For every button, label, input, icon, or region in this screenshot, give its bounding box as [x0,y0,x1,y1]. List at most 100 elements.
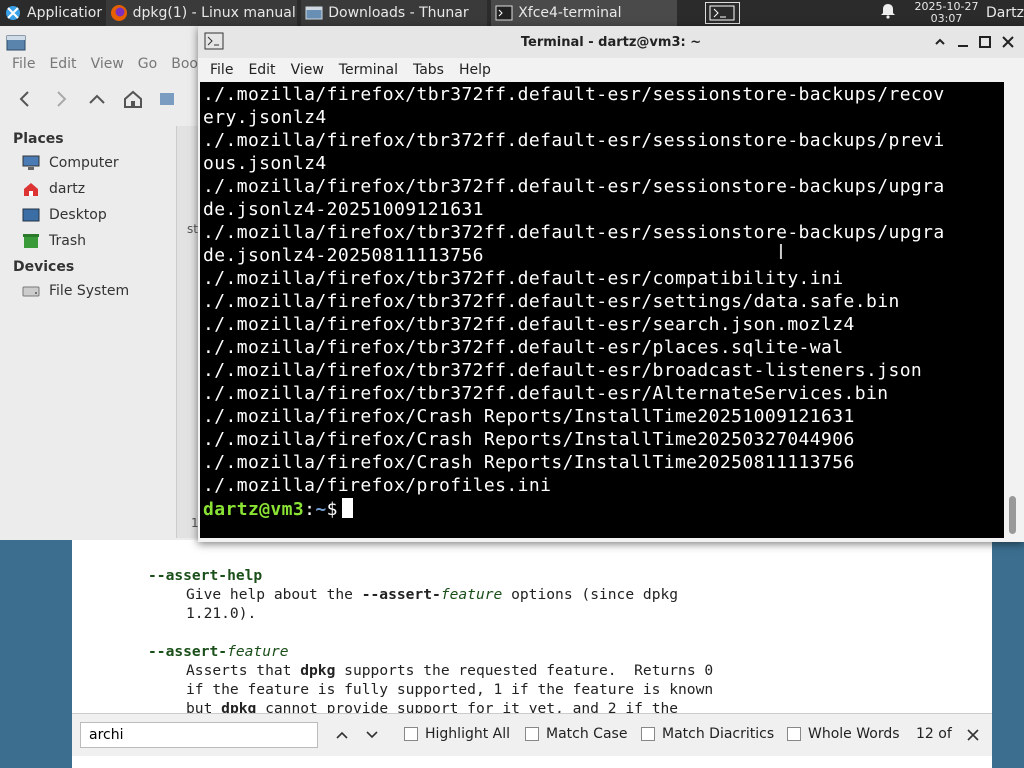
clock-time: 03:07 [930,12,963,25]
desc-text: supports the requested feature. Returns … [335,662,714,679]
panel-user-label[interactable]: Dartz [986,5,1024,21]
terminal-icon [495,5,513,21]
terminal-menu-edit[interactable]: Edit [248,62,275,78]
scrollbar-thumb[interactable] [1009,496,1016,534]
terminal-output-line: ./.mozilla/firefox/tbr372ff.default-esr/… [203,314,855,335]
thunar-menu-view[interactable]: View [91,56,124,72]
checkbox-box[interactable] [525,727,539,741]
desc-text: Asserts that [186,662,301,679]
terminal-menu-view[interactable]: View [291,62,324,78]
match-diacritics-checkbox[interactable]: Match Diacritics [641,726,774,742]
thunar-menu-file[interactable]: File [12,56,35,72]
find-next-icon[interactable] [364,727,380,743]
terminal-output-line: ./.mozilla/firefox/tbr372ff.default-esr/… [203,130,945,151]
taskbar-thunar-button[interactable]: Downloads - Thunar [301,0,488,26]
top-panel: Applications dpkg(1) - Linux manual ... … [0,0,1024,26]
thunar-menu-edit[interactable]: Edit [49,56,76,72]
taskbar-terminal-button[interactable]: Xfce4-terminal [491,0,678,26]
taskbar-firefox-label: dpkg(1) - Linux manual ... [132,5,298,21]
match-count: 12 of [916,726,952,742]
terminal-screen[interactable]: ./.mozilla/firefox/tbr372ff.default-esr/… [200,82,1004,538]
checkbox-box[interactable] [641,727,655,741]
find-bar: Highlight All Match Case Match Diacritic… [72,713,992,756]
terminal-titlebar[interactable]: Terminal - dartz@vm3: ~ [198,26,1024,58]
desc-italic: feature [440,586,503,603]
taskbar-terminal-label: Xfce4-terminal [518,5,622,21]
terminal-prompt[interactable]: dartz@vm3:~$ [203,498,353,520]
terminal-menu-help[interactable]: Help [459,62,491,78]
sidebar-item-dartz[interactable]: dartz [0,176,176,202]
thunar-window-icon [6,35,26,51]
thunar-sidebar: Places Computer dartz Desktop Trash Devi… [0,126,176,304]
computer-icon [22,155,40,170]
thunar-menubar: File Edit View Go Boo [0,56,200,72]
prompt-path: ~ [315,499,327,520]
terminal-output-line: ./.mozilla/firefox/tbr372ff.default-esr/… [203,360,923,381]
find-previous-icon[interactable] [334,727,350,743]
checkbox-box[interactable] [787,727,801,741]
terminal-output-line: ./.mozilla/firefox/tbr372ff.default-esr/… [203,176,945,197]
panel-clock[interactable]: 2025-10-27 03:07 [913,1,980,25]
location-folder-icon [160,93,174,105]
terminal-title: Terminal - dartz@vm3: ~ [520,35,702,50]
sidebar-section-devices: Devices [13,259,75,275]
thunar-menu-bookmarks[interactable]: Boo [171,56,198,72]
find-input[interactable] [80,722,318,748]
whole-words-checkbox[interactable]: Whole Words [787,726,900,742]
home-folder-icon [24,183,38,196]
thunar-tab-fragment: st [187,222,198,236]
terminal-output-line: ./.mozilla/firefox/tbr372ff.default-esr/… [203,222,945,243]
sidebar-item-label: Trash [49,233,86,249]
highlight-all-checkbox[interactable]: Highlight All [404,726,510,742]
sidebar-item-desktop[interactable]: Desktop [0,202,176,228]
terminal-menu-tabs[interactable]: Tabs [413,62,444,78]
terminal-output-line: ./.mozilla/firefox/tbr372ff.default-esr/… [203,383,889,404]
window-shade-icon[interactable] [931,33,949,51]
up-arrow-icon[interactable] [86,88,108,110]
sidebar-item-trash[interactable]: Trash [0,228,176,254]
opt-italic: feature [227,643,289,660]
prompt-separator: : [304,499,316,520]
taskbar-firefox-button[interactable]: dpkg(1) - Linux manual ... [105,0,298,26]
notifications-bell-icon[interactable] [880,3,897,23]
checkbox-label: Whole Words [808,726,900,742]
desc-bold: dpkg [300,662,336,679]
window-maximize-icon[interactable] [976,33,994,51]
prompt-user: dartz@vm3 [203,499,305,520]
terminal-menubar: File Edit View Terminal Tabs Help [198,58,1024,82]
sidebar-item-label: File System [49,283,130,299]
terminal-output-line: ./.mozilla/firefox/Crash Reports/Install… [203,429,855,450]
window-close-icon[interactable] [999,33,1017,51]
thunar-menu-go[interactable]: Go [138,56,157,72]
checkbox-box[interactable] [404,727,418,741]
terminal-output-line: ./.mozilla/firefox/tbr372ff.default-esr/… [203,84,945,105]
checkbox-label: Match Diacritics [662,726,775,742]
taskbar-thunar-label: Downloads - Thunar [328,5,469,21]
sidebar-item-computer[interactable]: Computer [0,150,176,176]
text-cursor [341,498,353,518]
option-assert-feature-desc: Asserts that dpkg supports the requested… [186,662,713,679]
desc-text: options (since dpkg [502,586,679,603]
thunar-navbar [14,88,180,110]
thunar-window: File Edit View Go Boo Places Computer da… [0,26,211,540]
workspace-switcher[interactable] [705,2,740,24]
terminal-menu-terminal[interactable]: Terminal [339,62,398,78]
folder-window-icon [305,6,323,20]
terminal-scrollbar[interactable] [1006,82,1020,538]
sidebar-item-file-system[interactable]: File System [0,278,176,304]
terminal-output-line: ./.mozilla/firefox/Crash Reports/Install… [203,452,855,473]
sidebar-item-label: dartz [49,181,86,197]
home-icon[interactable] [122,88,144,110]
desktop-icon [22,208,40,222]
back-arrow-icon[interactable] [14,88,36,110]
sidebar-item-label: Computer [49,155,119,171]
terminal-menu-file[interactable]: File [210,62,233,78]
option-assert-feature: --assert-feature [148,643,289,660]
applications-menu-button[interactable]: Applications [0,0,102,26]
window-minimize-icon[interactable] [954,33,972,51]
match-case-checkbox[interactable]: Match Case [525,726,627,742]
terminal-window: Terminal - dartz@vm3: ~ File Edit View T… [198,26,1024,542]
firefox-icon [110,5,127,21]
close-icon[interactable] [965,727,981,743]
forward-arrow-icon[interactable] [50,88,72,110]
